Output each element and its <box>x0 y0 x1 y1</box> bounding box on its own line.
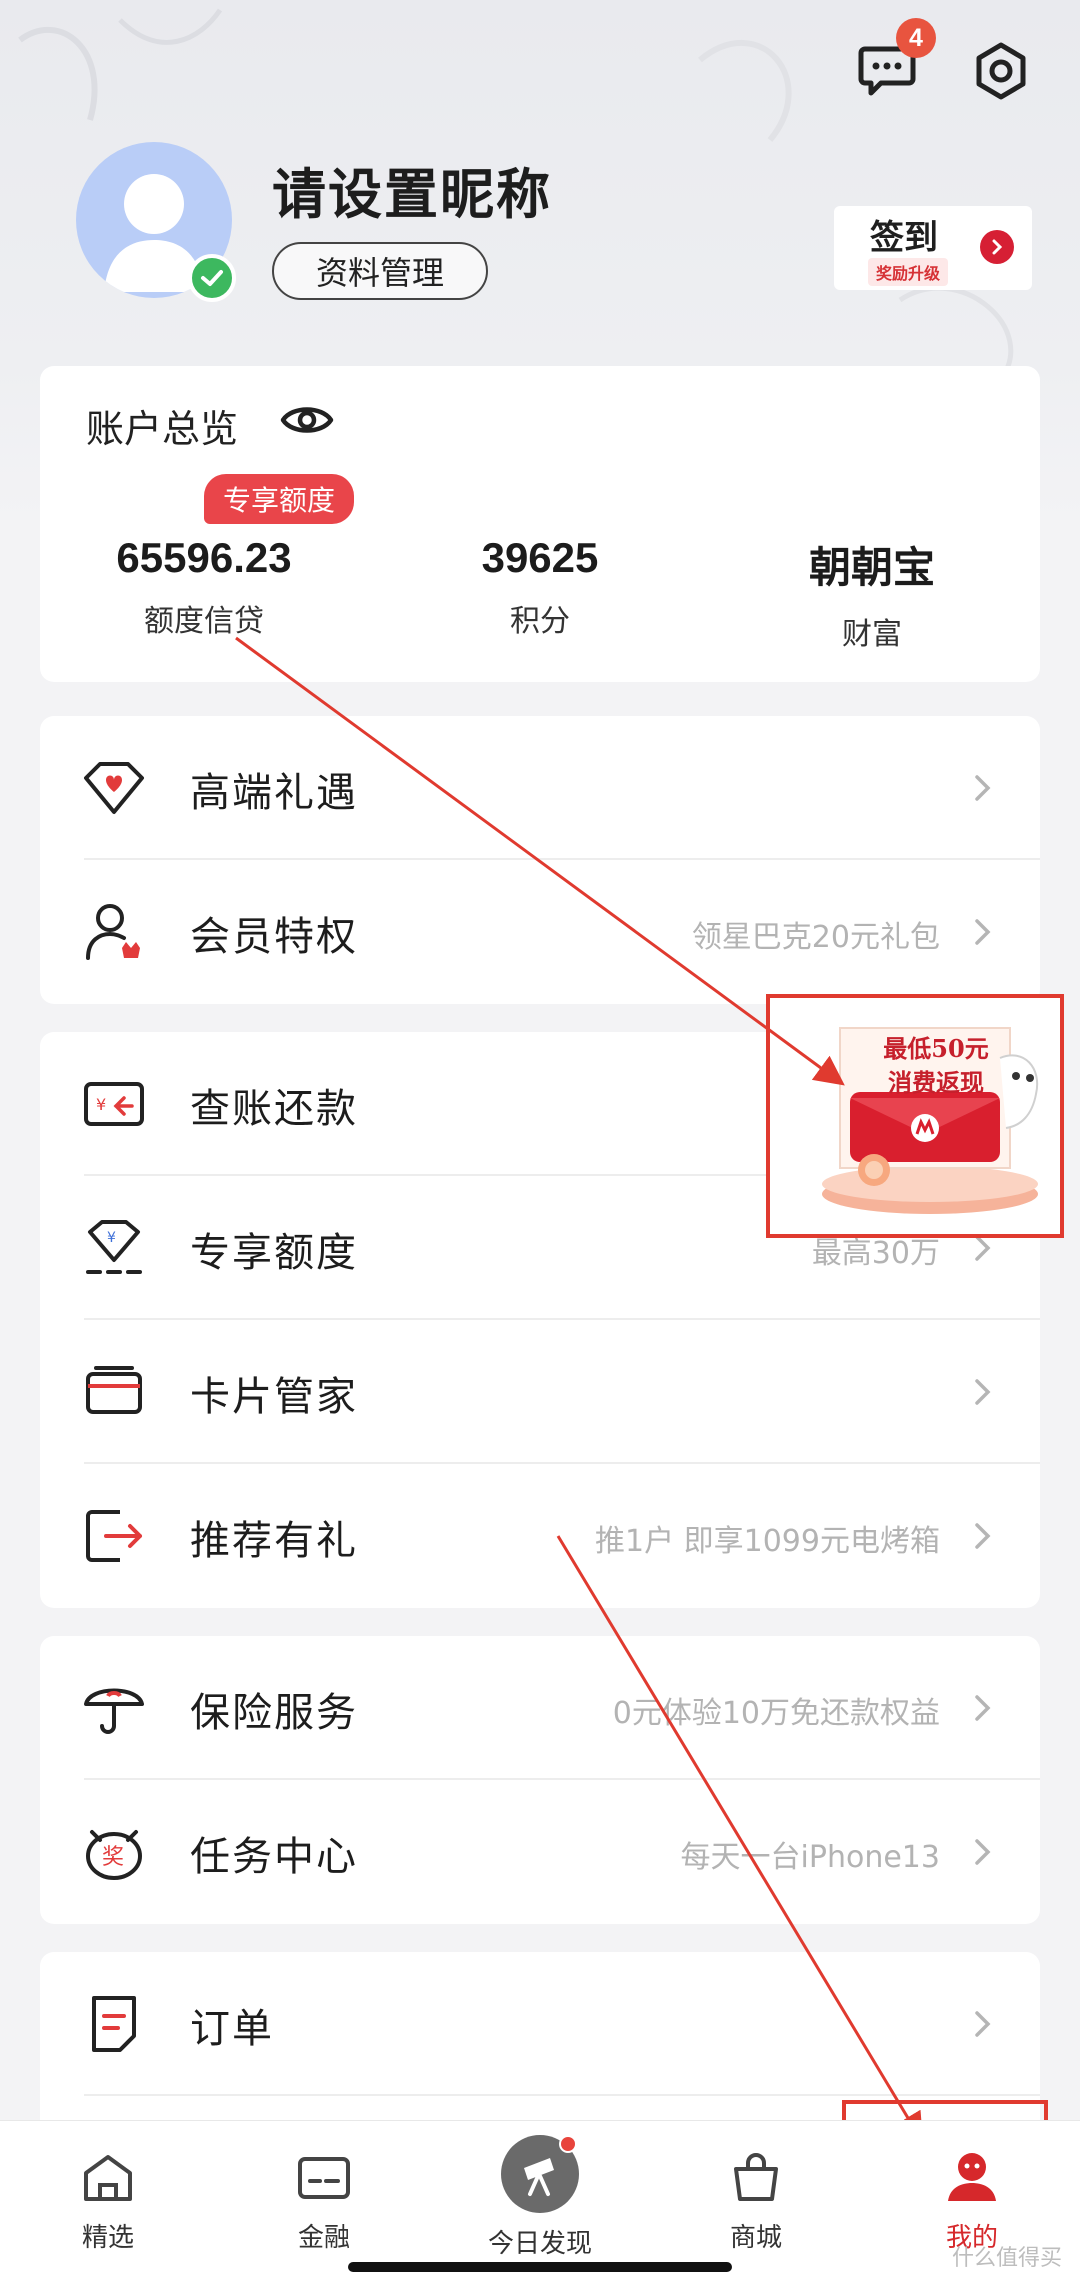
checkin-title: 签到 <box>870 218 938 258</box>
chevron-right-icon <box>975 1379 991 1405</box>
menu-hint: 领星巴克20元礼包 <box>691 920 940 955</box>
nav-label: 金融 <box>297 2223 350 2253</box>
nickname[interactable]: 请设置昵称 <box>272 150 552 229</box>
menu-label: 订单 <box>190 2006 274 2052</box>
overview-title: 账户总览 <box>86 407 239 451</box>
menu-label: 会员特权 <box>190 914 358 960</box>
menu-row-orders[interactable]: 订单 <box>40 1952 1040 2096</box>
profile-icon <box>948 2153 996 2201</box>
eye-icon[interactable] <box>280 398 334 442</box>
menu-label: 卡片管家 <box>190 1374 358 1420</box>
notification-dot <box>559 2135 577 2153</box>
menu-hint: 0元体验10万免还款权益 <box>612 1696 940 1731</box>
nav-item-mall[interactable]: 商城 <box>676 2151 836 2254</box>
menu-label: 专享额度 <box>190 1230 358 1276</box>
nav-item-featured[interactable]: 精选 <box>28 2151 188 2254</box>
nav-label: 商城 <box>729 2223 782 2253</box>
bottom-navigation: 精选 金融 今日发现 商城 我的 <box>0 2120 1080 2278</box>
overview-value: 朝朝宝 <box>808 544 935 591</box>
checkin-subtitle: 奖励升级 <box>868 258 949 286</box>
overview-value: 65596.23 <box>116 534 292 581</box>
menu-label: 任务中心 <box>190 1834 358 1880</box>
menu-hint: 每天一台iPhone13 <box>680 1840 940 1875</box>
shopping-bag-icon <box>734 2153 778 2201</box>
watermark: 什么值得买 <box>951 2246 1062 2271</box>
menu-row-task-center[interactable]: 奖 任务中心 每天一台iPhone13 <box>40 1780 1040 1924</box>
finance-card-icon <box>298 2157 350 2199</box>
checkin-button[interactable]: 签到 奖励升级 <box>834 206 1032 290</box>
chevron-right-icon <box>975 1523 991 1549</box>
cashback-promo-banner[interactable]: 最低50元 消费返现 <box>766 994 1064 1238</box>
overview-points[interactable]: 39625 积分 <box>390 534 690 640</box>
menu-label: 高端礼遇 <box>190 770 358 816</box>
promo-line2: 消费返现 <box>888 1068 984 1097</box>
nav-item-mine[interactable]: 我的 <box>892 2151 1052 2254</box>
home-indicator <box>348 2262 732 2272</box>
promo-line1: 最低50元 <box>883 1034 989 1063</box>
chevron-right-icon <box>975 919 991 945</box>
member-crown-icon <box>86 904 140 960</box>
menu-row-referral[interactable]: 推荐有礼 推1户 即享1099元电烤箱 <box>40 1464 1040 1608</box>
bill-repay-icon: ¥ <box>84 1082 144 1126</box>
nav-label: 今日发现 <box>487 2229 592 2259</box>
account-overview-card: 账户总览 专享额度 65596.23 额度信贷 39625 积分 朝朝宝 财富 <box>40 366 1040 682</box>
overview-label: 财富 <box>842 617 902 652</box>
task-reward-icon: 奖 <box>86 1830 142 1880</box>
settings-icon[interactable] <box>960 30 1042 112</box>
chevron-right-icon <box>975 775 991 801</box>
overview-label: 积分 <box>510 604 570 639</box>
diamond-heart-icon <box>84 762 144 814</box>
svg-text:奖: 奖 <box>102 1845 124 1870</box>
menu-row-premium-gifts[interactable]: 高端礼遇 <box>40 716 1040 860</box>
menu-hint: 推1户 即享1099元电烤箱 <box>595 1524 940 1559</box>
menu-row-insurance[interactable]: 保险服务 0元体验10万免还款权益 <box>40 1636 1040 1780</box>
nav-label: 精选 <box>81 2223 134 2253</box>
svg-text:¥: ¥ <box>96 1095 106 1114</box>
exclusive-credit-badge: 专享额度 <box>204 474 354 524</box>
card-icon <box>86 1366 142 1414</box>
menu-label: 查账还款 <box>190 1086 358 1132</box>
overview-value: 39625 <box>481 534 599 581</box>
menu-label: 推荐有礼 <box>190 1518 358 1564</box>
telescope-icon <box>501 2135 579 2213</box>
message-badge: 4 <box>896 18 936 58</box>
exclusive-credit-icon: ¥ <box>86 1220 142 1274</box>
svg-text:¥: ¥ <box>107 1230 116 1246</box>
menu-row-card-manager[interactable]: 卡片管家 <box>40 1320 1040 1464</box>
chevron-right-icon <box>980 230 1014 264</box>
order-icon <box>92 1996 136 2052</box>
divider <box>84 2094 1040 2096</box>
menu-row-member-privileges[interactable]: 会员特权 领星巴克20元礼包 <box>40 860 1040 1004</box>
profile-manage-button[interactable]: 资料管理 <box>272 242 488 300</box>
menu-group-privileges: 高端礼遇 会员特权 领星巴克20元礼包 <box>40 716 1040 1004</box>
overview-label: 额度信贷 <box>144 604 264 639</box>
overview-credit[interactable]: 65596.23 额度信贷 <box>54 534 354 640</box>
chevron-right-icon <box>975 1695 991 1721</box>
chevron-right-icon <box>975 2011 991 2037</box>
chevron-right-icon <box>975 1839 991 1865</box>
home-icon <box>84 2155 132 2201</box>
overview-wealth[interactable]: 朝朝宝 财富 <box>722 534 1022 653</box>
umbrella-icon <box>84 1688 144 1734</box>
menu-label: 保险服务 <box>190 1690 358 1736</box>
verified-check-icon <box>188 254 236 302</box>
recommend-icon <box>86 1510 142 1562</box>
menu-group-services: 保险服务 0元体验10万免还款权益 奖 任务中心 每天一台iPhone13 <box>40 1636 1040 1924</box>
nav-item-finance[interactable]: 金融 <box>244 2151 404 2254</box>
nav-item-discover[interactable]: 今日发现 <box>460 2135 620 2260</box>
